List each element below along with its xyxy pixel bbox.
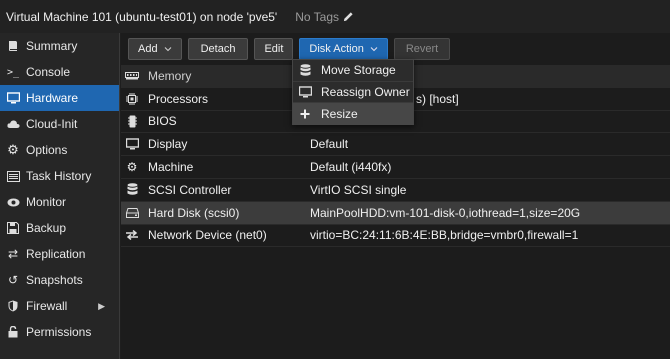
row-name-cell: ⚙ Machine bbox=[121, 160, 310, 174]
sidebar-item-label: Summary bbox=[26, 39, 78, 53]
row-name: Memory bbox=[148, 68, 192, 83]
chip-icon bbox=[124, 114, 140, 128]
sidebar-item-summary[interactable]: Summary bbox=[0, 33, 119, 59]
book-icon bbox=[6, 39, 20, 53]
eye-icon bbox=[6, 195, 20, 209]
chevron-down-icon bbox=[370, 46, 378, 51]
page-title: Virtual Machine 101 (ubuntu-test01) on n… bbox=[6, 9, 278, 24]
row-name: SCSI Controller bbox=[148, 182, 232, 197]
history-icon: ↺ bbox=[7, 273, 19, 287]
sidebar-item-backup[interactable]: Backup bbox=[0, 215, 119, 241]
sidebar-item-label: Monitor bbox=[26, 195, 67, 209]
edit-button[interactable]: Edit bbox=[254, 37, 294, 60]
retweet-icon: ⇄ bbox=[7, 247, 19, 261]
row-name-cell: Display bbox=[121, 137, 310, 151]
row-name-cell: BIOS bbox=[121, 114, 310, 128]
sidebar-item-hardware[interactable]: Hardware bbox=[0, 85, 119, 111]
database-icon bbox=[124, 183, 140, 197]
row-name: Hard Disk (scsi0) bbox=[148, 205, 240, 220]
sidebar: Summary >_ Console Hardware Cloud-Init ⚙… bbox=[0, 33, 120, 359]
row-name-cell: Network Device (net0) bbox=[121, 228, 310, 242]
row-name: Machine bbox=[148, 160, 194, 175]
sidebar-item-label: Options bbox=[26, 143, 68, 157]
sidebar-item-label: Console bbox=[26, 65, 71, 79]
row-name: Processors bbox=[148, 91, 209, 106]
cloud-icon bbox=[6, 117, 20, 131]
terminal-icon: >_ bbox=[6, 66, 20, 78]
table-row[interactable]: ⚙ Machine Default (i440fx) bbox=[121, 156, 670, 179]
sidebar-item-label: Hardware bbox=[26, 91, 79, 105]
pencil-icon[interactable] bbox=[343, 11, 354, 22]
add-button[interactable]: Add bbox=[128, 37, 182, 60]
shield-icon bbox=[6, 299, 20, 313]
sidebar-item-replication[interactable]: ⇄ Replication bbox=[0, 241, 119, 267]
row-name-cell: SCSI Controller bbox=[121, 183, 310, 197]
sidebar-item-options[interactable]: ⚙ Options bbox=[0, 137, 119, 163]
menu-item-label: Move Storage bbox=[321, 63, 396, 78]
table-row[interactable]: SCSI Controller VirtIO SCSI single bbox=[121, 179, 670, 202]
sidebar-item-console[interactable]: >_ Console bbox=[0, 59, 119, 85]
sidebar-item-label: Cloud-Init bbox=[26, 117, 78, 131]
tags-editor[interactable]: No Tags bbox=[295, 10, 354, 24]
sidebar-item-monitor[interactable]: Monitor bbox=[0, 189, 119, 215]
row-value: Default (i440fx) bbox=[310, 160, 392, 175]
database-icon bbox=[297, 63, 313, 77]
disk-action-button[interactable]: Disk Action bbox=[299, 37, 388, 60]
row-name-cell: Hard Disk (scsi0) bbox=[121, 206, 310, 220]
row-value: MainPoolHDD:vm-101-disk-0,iothread=1,siz… bbox=[310, 205, 581, 220]
list-icon bbox=[6, 169, 20, 183]
menu-item-label: Resize bbox=[321, 106, 358, 121]
revert-button[interactable]: Revert bbox=[393, 37, 451, 60]
table-row[interactable]: Network Device (net0) virtio=BC:24:11:6B… bbox=[121, 225, 670, 248]
disk-action-button-label: Disk Action bbox=[309, 42, 364, 55]
cogs-icon: ⚙ bbox=[126, 160, 138, 175]
sidebar-item-label: Task History bbox=[26, 169, 92, 183]
sidebar-item-label: Backup bbox=[26, 221, 67, 235]
sidebar-item-permissions[interactable]: Permissions bbox=[0, 319, 119, 345]
expand-arrow-icon[interactable]: ▶ bbox=[98, 301, 105, 312]
cpu-icon bbox=[124, 92, 140, 106]
memory-icon bbox=[124, 69, 140, 83]
chevron-down-icon bbox=[164, 46, 171, 51]
desktop-icon bbox=[124, 137, 140, 151]
edit-button-label: Edit bbox=[264, 42, 284, 55]
sidebar-item-cloud-init[interactable]: Cloud-Init bbox=[0, 111, 119, 137]
row-name: Network Device (net0) bbox=[148, 228, 267, 243]
table-row[interactable]: Hard Disk (scsi0) MainPoolHDD:vm-101-dis… bbox=[121, 201, 670, 225]
sidebar-item-label: Permissions bbox=[26, 325, 92, 339]
row-value: virtio=BC:24:11:6B:4E:BB,bridge=vmbr0,fi… bbox=[310, 228, 579, 243]
table-row[interactable]: Display Default bbox=[121, 133, 670, 157]
sidebar-item-label: Firewall bbox=[26, 299, 68, 313]
menu-item-move-storage[interactable]: Move Storage bbox=[293, 60, 413, 82]
sidebar-item-label: Replication bbox=[26, 247, 86, 261]
hdd-icon bbox=[124, 206, 140, 220]
desktop-icon bbox=[297, 85, 313, 99]
row-name-cell: Memory bbox=[121, 69, 310, 83]
detach-button-label: Detach bbox=[200, 42, 236, 55]
exchange-icon bbox=[124, 228, 140, 242]
row-value: VirtIO SCSI single bbox=[310, 182, 407, 197]
monitor-icon bbox=[6, 91, 20, 105]
sidebar-item-label: Snapshots bbox=[26, 273, 83, 287]
plus-icon bbox=[297, 107, 313, 121]
revert-button-label: Revert bbox=[405, 42, 439, 55]
sidebar-item-task-history[interactable]: Task History bbox=[0, 163, 119, 189]
row-name: BIOS bbox=[148, 114, 177, 129]
menu-item-label: Reassign Owner bbox=[321, 84, 410, 99]
detach-button[interactable]: Detach bbox=[187, 37, 249, 60]
disk-action-menu: Move Storage Reassign Owner Resize bbox=[292, 59, 414, 125]
sidebar-item-firewall[interactable]: Firewall ▶ bbox=[0, 293, 119, 319]
menu-item-reassign-owner[interactable]: Reassign Owner bbox=[293, 82, 413, 103]
row-value: Default bbox=[310, 137, 349, 152]
title-bar: Virtual Machine 101 (ubuntu-test01) on n… bbox=[0, 0, 670, 33]
row-name-cell: Processors bbox=[121, 92, 310, 106]
menu-item-resize[interactable]: Resize bbox=[293, 103, 413, 125]
floppy-icon bbox=[6, 221, 20, 235]
gear-icon: ⚙ bbox=[7, 142, 19, 157]
unlock-icon bbox=[6, 325, 20, 339]
row-name: Display bbox=[148, 137, 188, 152]
add-button-label: Add bbox=[138, 42, 158, 55]
sidebar-item-snapshots[interactable]: ↺ Snapshots bbox=[0, 267, 119, 293]
tags-label: No Tags bbox=[295, 9, 340, 24]
